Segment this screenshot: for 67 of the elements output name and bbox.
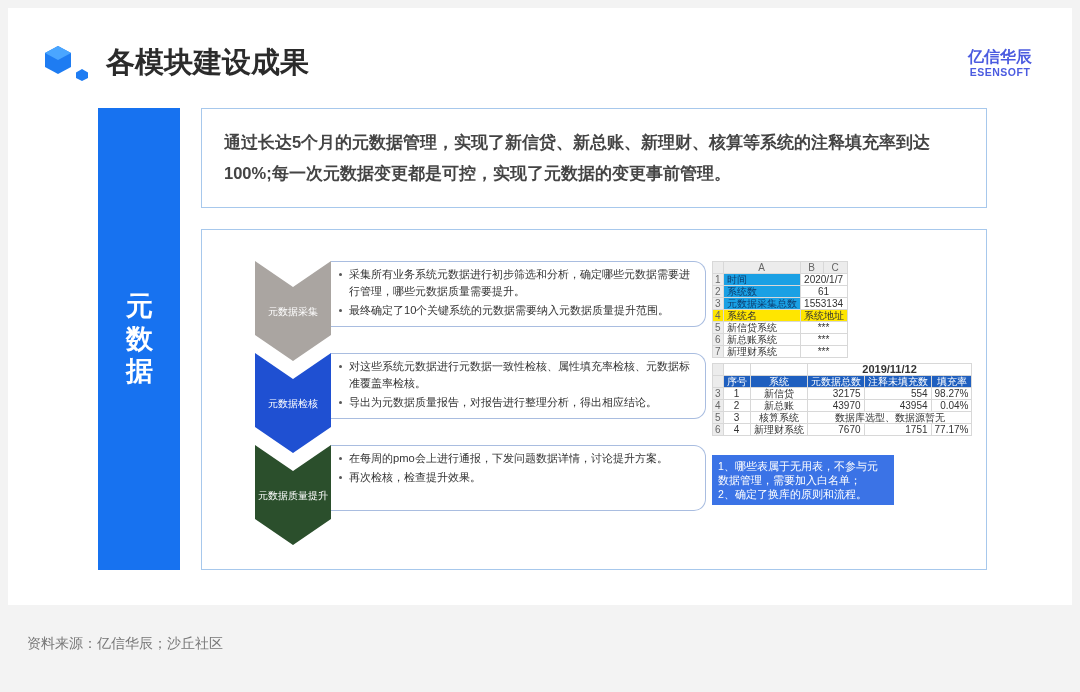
table-cell: 新信贷系统 bbox=[723, 321, 801, 334]
summary-text: 通过长达5个月的元数据管理，实现了新信贷、新总账、新理财、核算等系统的注释填充率到达100%;每一次元数据变更都是可控，实现了元数据的变更事前管理。 bbox=[201, 108, 987, 208]
step-text: 对这些系统元数据进行元数据一致性检核、属性填充率检核、元数据标准覆盖率检核。 bbox=[349, 359, 691, 391]
cube-icon bbox=[44, 45, 90, 81]
bullet-icon bbox=[339, 476, 342, 479]
table-cell: 554 bbox=[864, 387, 932, 400]
table-cell: 新总账 bbox=[750, 399, 808, 412]
table-cell bbox=[712, 261, 724, 274]
column-header: C bbox=[823, 261, 848, 274]
row-number: 4 bbox=[712, 399, 724, 412]
step-text: 再次检核，检查提升效果。 bbox=[349, 470, 481, 485]
table-title: 2019/11/12 bbox=[807, 363, 972, 376]
table-cell: 新理财系统 bbox=[750, 423, 808, 436]
table-cell: 77.17% bbox=[931, 423, 972, 436]
step-text: 最终确定了10个关键系统的元数据需要纳入元数据质量提升范围。 bbox=[349, 303, 670, 318]
column-header: A bbox=[723, 261, 801, 274]
step-label: 元数据采集 bbox=[267, 305, 319, 319]
note-line: 1、哪些表属于无用表，不参与元数据管理，需要加入白名单； bbox=[718, 459, 879, 487]
table-cell: 2 bbox=[723, 399, 751, 412]
table-cell: 98.27% bbox=[931, 387, 972, 400]
row-number: 5 bbox=[712, 411, 724, 424]
table-cell: 4 bbox=[723, 423, 751, 436]
step-label: 元数据质量提升 bbox=[257, 489, 329, 503]
row-number: 6 bbox=[712, 333, 724, 346]
table-cell: 43954 bbox=[864, 399, 932, 412]
slide-title: 各模块建设成果 bbox=[106, 45, 309, 80]
bullet-icon bbox=[339, 309, 342, 312]
bullet-icon bbox=[339, 365, 342, 368]
step-text: 在每周的pmo会上进行通报，下发问题数据详情，讨论提升方案。 bbox=[349, 451, 668, 466]
row-number: 3 bbox=[712, 297, 724, 310]
table-cell: 2020/1/7 bbox=[800, 273, 848, 286]
table-cell: 1553134 bbox=[800, 297, 848, 310]
logo-text: 亿信华辰 bbox=[968, 48, 1032, 66]
row-number: 7 bbox=[712, 345, 724, 358]
table-cell: 核算系统 bbox=[750, 411, 808, 424]
table-cell: 新信贷 bbox=[750, 387, 808, 400]
table-cell: 新总账系统 bbox=[723, 333, 801, 346]
table-cell: *** bbox=[800, 321, 848, 334]
row-number: 4 bbox=[712, 309, 724, 322]
step-text: 采集所有业务系统元数据进行初步筛选和分析，确定哪些元数据需要进行管理，哪些元数据质量需要提升。 bbox=[349, 267, 691, 299]
table-cell: 61 bbox=[800, 285, 848, 298]
step-label: 元数据检核 bbox=[267, 397, 319, 411]
logo-subtext: ESENSOFT bbox=[969, 66, 1031, 78]
table-cell: 7670 bbox=[807, 423, 865, 436]
sidebar-label: 元数据 bbox=[125, 290, 153, 388]
row-number: 6 bbox=[712, 423, 724, 436]
table-cell: 3 bbox=[723, 411, 751, 424]
step-text: 导出为元数据质量报告，对报告进行整理分析，得出相应结论。 bbox=[349, 395, 657, 410]
row-number: 2 bbox=[712, 285, 724, 298]
note-line: 2、确定了换库的原则和流程。 bbox=[718, 487, 868, 501]
table-cell: 1751 bbox=[864, 423, 932, 436]
table-cell: 32175 bbox=[807, 387, 865, 400]
table-cell: 1 bbox=[723, 387, 751, 400]
table-cell: 新理财系统 bbox=[723, 345, 801, 358]
table-cell: 数据库选型、数据源暂无 bbox=[807, 411, 972, 424]
table-cell: 0.04% bbox=[931, 399, 972, 412]
row-number: 1 bbox=[712, 273, 724, 286]
column-header: B bbox=[800, 261, 823, 274]
row-number: 5 bbox=[712, 321, 724, 334]
bullet-icon bbox=[339, 401, 342, 404]
table-cell: 43970 bbox=[807, 399, 865, 412]
table-cell: *** bbox=[800, 345, 848, 358]
source-caption: 资料来源：亿信华辰；沙丘社区 bbox=[27, 635, 224, 653]
bullet-icon bbox=[339, 273, 342, 276]
bullet-icon bbox=[339, 457, 342, 460]
table-cell: *** bbox=[800, 333, 848, 346]
row-number: 3 bbox=[712, 387, 724, 400]
